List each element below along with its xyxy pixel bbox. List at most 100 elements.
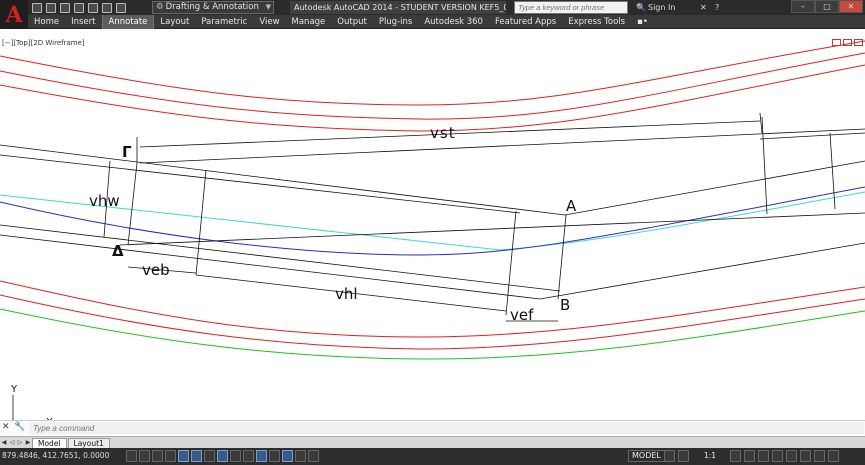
dim-vst-ext-2 xyxy=(759,112,763,134)
tab-featured-apps[interactable]: Featured Apps xyxy=(489,15,562,29)
hardware-acceleration-icon[interactable] xyxy=(786,450,797,462)
tab-plug-ins[interactable]: Plug-ins xyxy=(373,15,419,29)
layout-tab-bar: ◀ ◁ ▷ ▶ Model Layout1 xyxy=(0,436,865,448)
ribbon-tab-bar: Home Insert Annotate Layout Parametric V… xyxy=(0,15,865,29)
road-edge-top-2 xyxy=(0,154,521,214)
maximize-button[interactable]: □ xyxy=(815,0,839,13)
status-menu-icon[interactable] xyxy=(814,450,825,462)
section-line-gamma-delta xyxy=(127,162,138,246)
road-edge-mid xyxy=(0,224,561,292)
selection-cycling-icon[interactable] xyxy=(295,450,306,462)
last-layout-icon[interactable]: ▶ xyxy=(24,439,32,446)
road-edge-right xyxy=(139,128,865,164)
exchange-icon[interactable]: ✕ xyxy=(700,1,707,14)
label-delta: Δ xyxy=(112,242,124,260)
auto-scale-icon[interactable] xyxy=(744,450,755,462)
label-vst: vst xyxy=(430,124,456,142)
window-controls: – □ ✕ xyxy=(791,0,863,13)
tab-layout1[interactable]: Layout1 xyxy=(67,437,110,448)
command-line: ✕ 🔧 xyxy=(0,420,865,435)
quick-view-layouts-icon[interactable] xyxy=(664,450,675,462)
minimize-button[interactable]: – xyxy=(791,0,815,13)
search-icon[interactable]: 🔍 xyxy=(636,1,646,14)
viewport-minimize-icon[interactable] xyxy=(832,39,841,46)
annotation-monitor-icon[interactable] xyxy=(308,450,319,462)
save-as-icon[interactable] xyxy=(74,2,84,13)
title-bar: A ⚙ Drafting & Annotation ▼ Autodesk AutoC… xyxy=(0,0,865,29)
red-polyline-lower-2 xyxy=(0,294,865,350)
sign-in-button[interactable]: Sign In xyxy=(648,1,675,14)
object-snap-tracking-icon[interactable] xyxy=(217,450,228,462)
polar-tracking-icon[interactable] xyxy=(178,450,189,462)
ortho-mode-icon[interactable] xyxy=(165,450,176,462)
tab-autodesk-360[interactable]: Autodesk 360 xyxy=(418,15,489,29)
dynamic-ucs-icon[interactable] xyxy=(230,450,241,462)
wrench-icon[interactable]: 🔧 xyxy=(14,422,25,434)
viewport-restore-icon[interactable] xyxy=(843,39,852,46)
open-file-icon[interactable] xyxy=(46,2,56,13)
coordinate-readout[interactable]: 879.4846, 412.7651, 0.0000 xyxy=(2,451,109,460)
command-input[interactable] xyxy=(30,422,864,434)
tab-home[interactable]: Home xyxy=(28,15,65,29)
cyan-centerline xyxy=(0,191,865,251)
search-input[interactable] xyxy=(514,1,628,14)
tab-model[interactable]: Model xyxy=(32,437,67,448)
workspace-label: Drafting & Annotation xyxy=(165,2,259,12)
tab-parametric[interactable]: Parametric xyxy=(195,15,253,29)
save-icon[interactable] xyxy=(60,2,70,13)
tab-insert[interactable]: Insert xyxy=(65,15,101,29)
green-polyline xyxy=(0,308,865,360)
lock-icon[interactable] xyxy=(772,450,783,462)
object-snap-icon[interactable] xyxy=(191,450,202,462)
label-point-b: B xyxy=(560,296,570,314)
tab-manage[interactable]: Manage xyxy=(286,15,332,29)
annotation-visibility-icon[interactable] xyxy=(730,450,741,462)
gear-icon: ⚙ xyxy=(156,2,164,12)
isolate-objects-icon[interactable] xyxy=(800,450,811,462)
quick-properties-icon[interactable] xyxy=(282,450,293,462)
quick-view-drawings-icon[interactable] xyxy=(678,450,689,462)
transparency-icon[interactable] xyxy=(269,450,280,462)
clean-screen-icon[interactable] xyxy=(828,450,839,462)
prev-layout-icon[interactable]: ◁ xyxy=(8,439,16,446)
red-polyline-upper-1 xyxy=(0,40,865,106)
workspace-switching-icon[interactable] xyxy=(758,450,769,462)
grid-display-icon[interactable] xyxy=(152,450,163,462)
infer-constraints-icon[interactable] xyxy=(126,450,137,462)
dynamic-input-icon[interactable] xyxy=(243,450,254,462)
tab-layout[interactable]: Layout xyxy=(154,15,195,29)
ucs-y-label: Y xyxy=(10,384,18,395)
help-icon[interactable]: ? xyxy=(715,1,719,14)
road-edge-low-2 xyxy=(119,212,865,246)
snap-mode-icon[interactable] xyxy=(139,450,150,462)
close-button[interactable]: ✕ xyxy=(839,0,863,13)
model-space-button[interactable]: MODEL xyxy=(628,450,665,462)
undo-icon[interactable] xyxy=(102,2,112,13)
close-icon[interactable]: ✕ xyxy=(2,422,12,434)
tab-annotate[interactable]: Annotate xyxy=(101,15,155,29)
drawing-viewport[interactable]: [−][Top][2D Wireframe] vst vhw veb vhl v… xyxy=(0,37,865,425)
label-veb: veb xyxy=(142,261,170,279)
red-polyline-upper-3 xyxy=(0,64,865,132)
viewport-controls-label[interactable]: [−][Top][2D Wireframe] xyxy=(2,39,85,47)
redo-icon[interactable] xyxy=(116,2,126,13)
label-vhl: vhl xyxy=(335,285,358,303)
drafting-toggles xyxy=(126,450,319,462)
viewport-close-icon[interactable] xyxy=(854,39,863,46)
tab-express-tools[interactable]: Express Tools xyxy=(562,15,631,29)
annotation-scale[interactable]: 1:1 xyxy=(704,451,716,460)
drawing-canvas: vst vhw veb vhl vef Γ Δ A B Y X xyxy=(0,40,865,425)
status-right-icons xyxy=(664,450,689,462)
next-layout-icon[interactable]: ▷ xyxy=(16,439,24,446)
application-menu-button[interactable]: A xyxy=(0,0,28,29)
lineweight-icon[interactable] xyxy=(256,450,267,462)
3d-object-snap-icon[interactable] xyxy=(204,450,215,462)
tab-view[interactable]: View xyxy=(253,15,285,29)
ribbon-options-button[interactable]: ▪• xyxy=(631,15,654,29)
new-file-icon[interactable] xyxy=(32,2,42,13)
tab-output[interactable]: Output xyxy=(331,15,373,29)
plot-icon[interactable] xyxy=(88,2,98,13)
first-layout-icon[interactable]: ◀ xyxy=(0,439,8,446)
workspace-dropdown[interactable]: ⚙ Drafting & Annotation ▼ xyxy=(152,1,274,14)
quick-access-toolbar xyxy=(32,1,126,14)
